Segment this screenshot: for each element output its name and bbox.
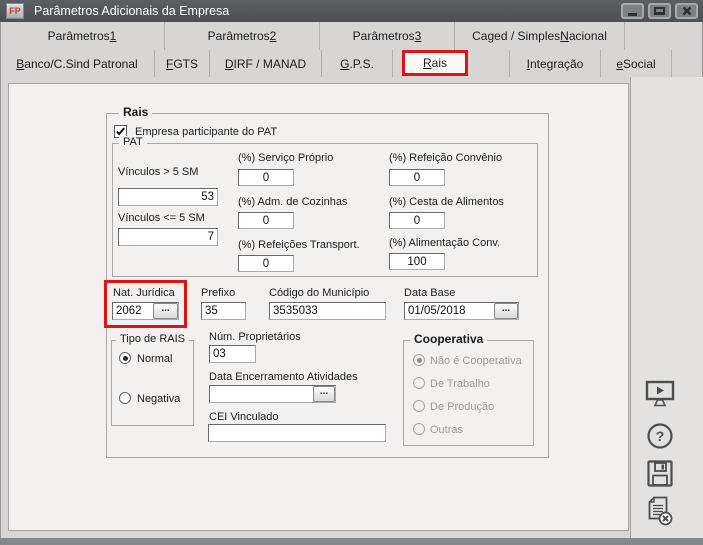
- tab-row-2: Banco/C.Sind Patronal FGTS DIRF / MANAD …: [0, 50, 703, 77]
- cancel-document-icon: [645, 495, 675, 527]
- tipo-rais-negativa-label: Negativa: [137, 393, 180, 406]
- adm-cozinhas-input[interactable]: [238, 212, 294, 229]
- adm-cozinhas-label: (%) Adm. de Cozinhas: [238, 196, 347, 209]
- alimentacao-conv-label: (%) Alimentação Conv.: [389, 237, 500, 250]
- tab-rais-cell: Rais: [393, 50, 510, 77]
- data-encerramento-input[interactable]: [210, 386, 313, 402]
- pat-participant-label: Empresa participante do PAT: [135, 126, 277, 139]
- servico-proprio-input[interactable]: [238, 169, 294, 186]
- codigo-municipio-input[interactable]: [269, 302, 386, 320]
- close-icon: [682, 6, 692, 16]
- minimize-button[interactable]: [621, 3, 644, 19]
- tab-dirf-manad[interactable]: DIRF / MANAD: [210, 50, 322, 77]
- tab-rais[interactable]: Rais: [402, 50, 468, 76]
- num-proprietarios-input[interactable]: [209, 345, 256, 363]
- cei-vinculado-label: CEI Vinculado: [209, 411, 279, 424]
- tab-row1-filler: [625, 22, 703, 50]
- svg-text:?: ?: [656, 428, 665, 444]
- tab-gps[interactable]: G.P.S.: [322, 50, 393, 77]
- cooperativa-radio-nao-e-cooperativa[interactable]: [413, 354, 425, 366]
- prefixo-input[interactable]: [201, 302, 246, 320]
- data-encerramento-label: Data Encerramento Atividades: [209, 371, 358, 384]
- refeicao-convenio-label: (%) Refeição Convênio: [389, 152, 502, 165]
- vinculos-lte5-input[interactable]: [118, 228, 218, 246]
- prefixo-label: Prefixo: [201, 287, 235, 300]
- minimize-icon: [628, 13, 637, 16]
- tipo-rais-radio-normal[interactable]: [119, 352, 131, 364]
- cooperativa-de-trabalho-label: De Trabalho: [430, 378, 490, 391]
- tab-integracao[interactable]: Integração: [510, 50, 601, 77]
- tab-row-1: Parâmetros 1 Parâmetros 2 Parâmetros 3 C…: [0, 22, 703, 50]
- vinculos-gt5-input[interactable]: [118, 188, 218, 206]
- tipo-rais-radio-negativa[interactable]: [119, 392, 131, 404]
- tab-esocial[interactable]: eSocial: [601, 50, 672, 77]
- nat-juridica-label: Nat. Jurídica: [113, 287, 175, 300]
- nat-juridica-field: ...: [112, 302, 179, 320]
- data-encerramento-field: ...: [209, 385, 336, 403]
- cei-vinculado-input[interactable]: [208, 424, 386, 442]
- save-icon: [646, 459, 674, 488]
- window-bottom-edge: [0, 538, 703, 545]
- titlebar[interactable]: FP Parâmetros Adicionais da Empresa: [0, 0, 703, 22]
- tipo-rais-groupbox-label: Tipo de RAIS: [116, 333, 189, 346]
- tab-page-rais: Rais Empresa participante do PAT PAT Vín…: [8, 83, 629, 531]
- tipo-rais-normal-label: Normal: [137, 353, 172, 366]
- video-player-button[interactable]: [644, 379, 676, 412]
- data-base-input[interactable]: [405, 303, 494, 319]
- video-player-icon: [644, 379, 676, 409]
- cooperativa-radio-de-trabalho[interactable]: [413, 377, 425, 389]
- close-button[interactable]: [675, 3, 698, 19]
- nat-juridica-input[interactable]: [113, 303, 153, 319]
- tab-banco-csind-patronal[interactable]: Banco/C.Sind Patronal: [0, 50, 155, 77]
- tab-parametros-3[interactable]: Parâmetros 3: [320, 22, 455, 50]
- refeicoes-transport-label: (%) Refeições Transport.: [238, 239, 360, 252]
- servico-proprio-label: (%) Serviço Próprio: [238, 152, 333, 165]
- help-button[interactable]: ?: [646, 422, 674, 453]
- cooperativa-outras-label: Outras: [430, 424, 463, 437]
- tab-fgts[interactable]: FGTS: [155, 50, 210, 77]
- help-icon: ?: [646, 422, 674, 450]
- pat-groupbox-label: PAT: [119, 136, 147, 149]
- cooperativa-radio-de-producao[interactable]: [413, 400, 425, 412]
- refeicoes-transport-input[interactable]: [238, 255, 294, 272]
- save-button[interactable]: [646, 459, 674, 491]
- refeicao-convenio-input[interactable]: [389, 169, 445, 186]
- dialog-window: FP Parâmetros Adicionais da Empresa Parâ…: [0, 0, 703, 545]
- app-icon: FP: [6, 3, 24, 19]
- data-encerramento-lookup-button[interactable]: ...: [313, 386, 335, 402]
- rais-groupbox-label: Rais: [119, 106, 152, 119]
- cooperativa-nao-e-cooperativa-label: Não é Cooperativa: [430, 355, 522, 368]
- cesta-alimentos-input[interactable]: [389, 212, 445, 229]
- tab-parametros-2[interactable]: Parâmetros 2: [165, 22, 320, 50]
- cooperativa-radio-outras[interactable]: [413, 423, 425, 435]
- vinculos-gt5-label: Vínculos > 5 SM: [118, 166, 198, 179]
- codigo-municipio-label: Código do Município: [269, 287, 369, 300]
- tab-caged-simples-nacional[interactable]: Caged / Simples Nacional: [455, 22, 625, 50]
- cooperativa-de-producao-label: De Produção: [430, 401, 494, 414]
- cancel-button[interactable]: [645, 495, 675, 530]
- cesta-alimentos-label: (%) Cesta de Alimentos: [389, 196, 504, 209]
- data-base-field: ...: [404, 302, 519, 320]
- tab-parametros-1[interactable]: Parâmetros 1: [0, 22, 165, 50]
- alimentacao-conv-input[interactable]: [389, 253, 445, 270]
- maximize-button[interactable]: [648, 3, 671, 19]
- data-base-label: Data Base: [404, 287, 455, 300]
- maximize-icon: [654, 7, 665, 15]
- nat-juridica-lookup-button[interactable]: ...: [153, 303, 178, 319]
- num-proprietarios-label: Núm. Proprietários: [209, 331, 301, 344]
- data-base-lookup-button[interactable]: ...: [494, 303, 518, 319]
- vinculos-lte5-label: Vínculos <= 5 SM: [118, 212, 205, 225]
- tab-row2-filler: [672, 50, 703, 77]
- cooperativa-groupbox-label: Cooperativa: [410, 333, 487, 346]
- window-title: Parâmetros Adicionais da Empresa: [34, 0, 229, 22]
